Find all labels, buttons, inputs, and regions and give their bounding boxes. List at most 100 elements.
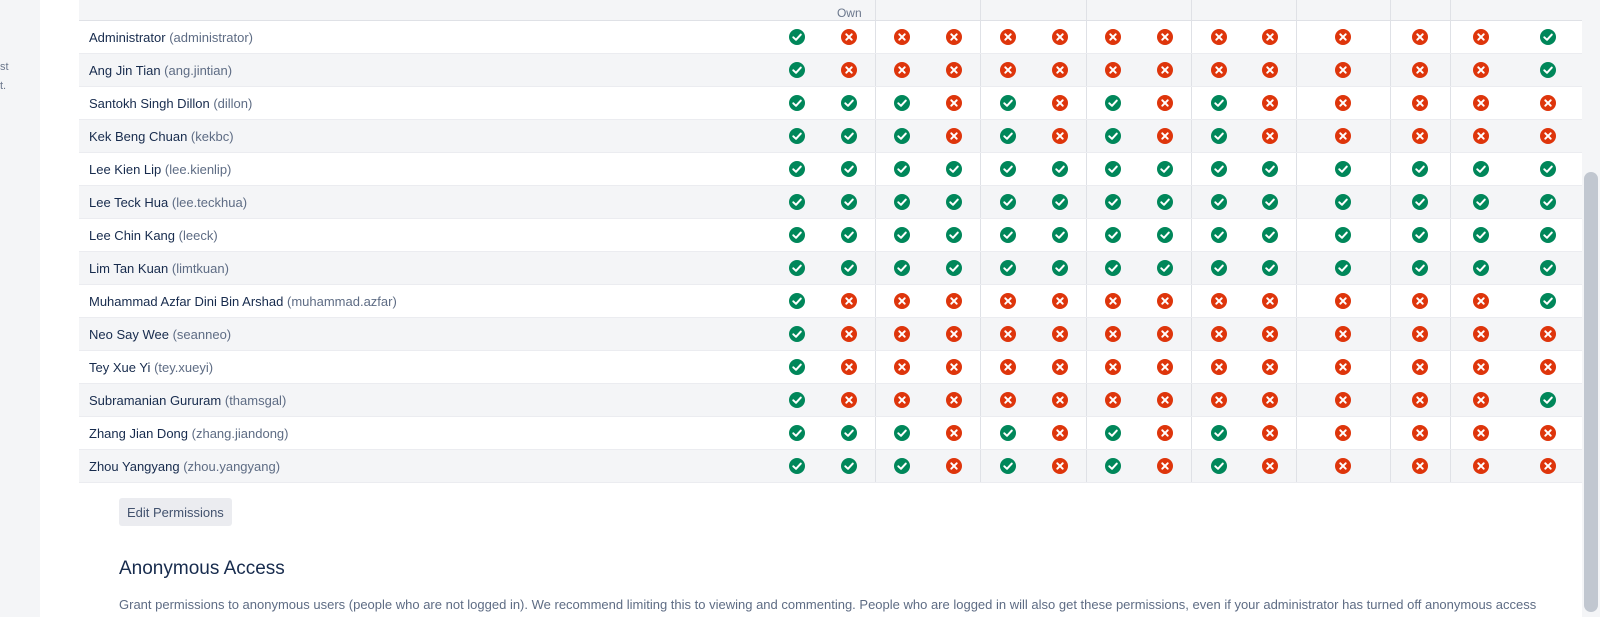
permission-cell <box>1085 152 1140 186</box>
user-username: (kekbc) <box>190 128 234 144</box>
cross-circle-icon <box>1105 392 1122 409</box>
check-circle-icon <box>1539 227 1556 244</box>
user-name-cell: Lim Tan Kuan (limtkuan) <box>79 251 770 285</box>
permission-cell <box>928 86 981 120</box>
cross-circle-icon <box>1472 359 1489 376</box>
permission-cell <box>769 350 824 384</box>
permission-cell <box>1244 251 1297 285</box>
permission-cell <box>1191 449 1245 483</box>
cross-circle-icon <box>1051 425 1068 442</box>
permission-cell <box>1449 416 1511 450</box>
permission-cell <box>1390 86 1451 120</box>
permission-cell <box>1449 86 1511 120</box>
header-cell <box>1191 0 1245 21</box>
permission-cell <box>1139 284 1192 318</box>
cross-circle-icon <box>999 29 1016 46</box>
table-row: Lee Kien Lip (lee.kienlip) <box>79 152 1585 186</box>
permission-cell <box>1085 317 1140 351</box>
user-display-name: Subramanian Gururam <box>89 392 222 408</box>
permission-cell <box>1244 119 1297 153</box>
check-circle-icon <box>1412 194 1429 211</box>
permission-cell <box>1139 251 1192 285</box>
cross-circle-icon <box>946 392 963 409</box>
check-circle-icon <box>1157 260 1174 277</box>
cross-circle-icon <box>1335 29 1352 46</box>
cross-circle-icon <box>1412 359 1429 376</box>
permission-cell <box>1244 350 1297 384</box>
header-cell <box>769 0 824 21</box>
header-cell <box>1033 0 1087 21</box>
check-circle-icon <box>894 260 911 277</box>
table-row: Lim Tan Kuan (limtkuan) <box>79 251 1585 285</box>
check-circle-icon <box>841 128 858 145</box>
cross-circle-icon <box>1539 95 1556 112</box>
check-circle-icon <box>788 392 805 409</box>
permission-cell <box>928 350 981 384</box>
permission-cell <box>1139 119 1192 153</box>
check-circle-icon <box>1539 62 1556 79</box>
cross-circle-icon <box>1472 128 1489 145</box>
cross-circle-icon <box>894 293 911 310</box>
vertical-scrollbar[interactable] <box>1582 0 1600 617</box>
permission-cell <box>980 218 1034 252</box>
cross-circle-icon <box>946 29 963 46</box>
permission-cell <box>1449 350 1511 384</box>
permission-cell <box>1139 317 1192 351</box>
user-display-name: Tey Xue Yi <box>89 359 151 375</box>
permission-cell <box>1139 449 1192 483</box>
permission-cell <box>1139 218 1192 252</box>
permission-cell <box>1244 317 1297 351</box>
check-circle-icon <box>946 161 963 178</box>
permission-cell <box>1390 152 1451 186</box>
check-circle-icon <box>894 194 911 211</box>
permission-cell <box>1244 53 1297 87</box>
cross-circle-icon <box>841 293 858 310</box>
cross-circle-icon <box>1157 128 1174 145</box>
table-row: Neo Say Wee (seanneo) <box>79 317 1585 351</box>
cross-circle-icon <box>894 29 911 46</box>
permission-cell <box>1244 416 1297 450</box>
check-circle-icon <box>999 425 1016 442</box>
permission-cell <box>1510 185 1585 219</box>
permission-cell <box>1033 383 1087 417</box>
edit-permissions-button[interactable]: Edit Permissions <box>119 498 232 526</box>
cross-circle-icon <box>1105 293 1122 310</box>
check-circle-icon <box>1210 194 1227 211</box>
cross-circle-icon <box>1157 359 1174 376</box>
permission-cell <box>1033 86 1087 120</box>
sidebar-text-fragment: t. <box>0 80 7 92</box>
permission-cell <box>1449 152 1511 186</box>
check-circle-icon <box>1105 95 1122 112</box>
permission-cell <box>928 119 981 153</box>
cross-circle-icon <box>1539 128 1556 145</box>
cross-circle-icon <box>1051 458 1068 475</box>
permission-cell <box>1033 119 1087 153</box>
cross-circle-icon <box>1210 326 1227 343</box>
permission-cell <box>1244 185 1297 219</box>
scrollbar-thumb[interactable] <box>1584 172 1598 612</box>
permission-cell <box>823 53 876 87</box>
check-circle-icon <box>1539 29 1556 46</box>
permission-cell <box>1244 284 1297 318</box>
cross-circle-icon <box>946 62 963 79</box>
table-row: Administrator (administrator) <box>79 20 1585 54</box>
check-circle-icon <box>788 293 805 310</box>
cross-circle-icon <box>1262 392 1279 409</box>
cross-circle-icon <box>1335 425 1352 442</box>
permission-cell <box>1139 20 1192 54</box>
check-circle-icon <box>1539 293 1556 310</box>
check-circle-icon <box>946 194 963 211</box>
permission-cell <box>928 218 981 252</box>
permission-cell <box>1449 20 1511 54</box>
permission-cell <box>769 251 824 285</box>
permission-cell <box>928 284 981 318</box>
permission-cell <box>928 449 981 483</box>
permission-cell <box>1244 449 1297 483</box>
check-circle-icon <box>841 194 858 211</box>
permission-cell <box>769 218 824 252</box>
header-cell <box>1390 0 1451 21</box>
permission-cell <box>1449 251 1511 285</box>
permission-cell <box>1510 53 1585 87</box>
permission-cell <box>1085 53 1140 87</box>
check-circle-icon <box>1051 194 1068 211</box>
